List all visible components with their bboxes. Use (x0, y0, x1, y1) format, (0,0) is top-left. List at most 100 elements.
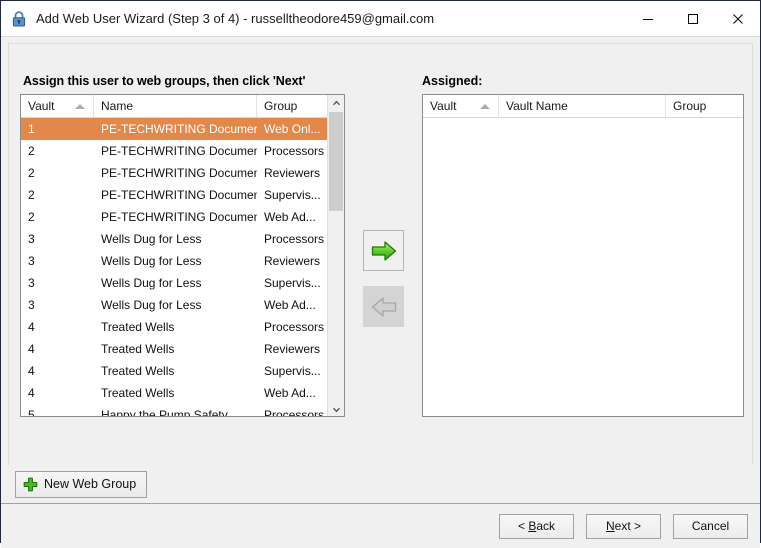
cell-group: Web Ad... (264, 210, 316, 224)
cell-group: Processors (264, 144, 325, 158)
scroll-up-icon[interactable] (328, 95, 344, 112)
unassign-group-button (363, 286, 404, 327)
table-row[interactable]: 2 PE-TECHWRITING Documents ... Reviewers (21, 162, 344, 184)
cell-name: Wells Dug for Less (101, 298, 202, 312)
cell-group: Supervis... (264, 188, 321, 202)
cell-group: Processors (264, 408, 325, 417)
new-web-group-label: New Web Group (44, 477, 137, 491)
cell-vault: 5 (28, 408, 35, 417)
column-header-vault[interactable]: Vault (21, 95, 94, 117)
next-button-label: Next > (605, 519, 642, 533)
cell-vault: 2 (28, 144, 35, 158)
available-groups-list[interactable]: Vault Name Group 1 PE-TECHWRITING Documen… (20, 94, 345, 417)
window-title: Add Web User Wizard (Step 3 of 4) - russ… (36, 11, 435, 26)
arrow-left-icon (371, 296, 396, 317)
title-bar: Add Web User Wizard (Step 3 of 4) - russ… (1, 1, 760, 37)
table-row[interactable]: 3 Wells Dug for Less Processors (21, 228, 344, 250)
available-list-header: Vault Name Group (21, 95, 344, 118)
available-list-body: 1 PE-TECHWRITING Documents Web Onl... 2 PE-T… (21, 118, 344, 417)
cell-group: Processors (264, 232, 325, 246)
cell-name: PE-TECHWRITING Documents ... (101, 188, 257, 202)
column-header-vault-label: Vault (28, 99, 55, 113)
assigned-column-header-group[interactable]: Group (666, 95, 743, 117)
cell-vault: 4 (28, 364, 35, 378)
table-row[interactable]: 4 Treated Wells Processors (21, 316, 344, 338)
column-header-group[interactable]: Group (257, 95, 330, 117)
close-button[interactable] (715, 1, 760, 36)
wizard-footer: < Back Next > Cancel (1, 503, 760, 548)
cancel-button[interactable]: Cancel (673, 513, 748, 539)
column-header-name[interactable]: Name (94, 95, 257, 117)
assigned-sort-ascending-icon (480, 103, 490, 109)
maximize-button[interactable] (670, 1, 715, 36)
bottom-toolbar: New Web Group (8, 465, 753, 503)
cell-name: Treated Wells (101, 342, 175, 356)
assigned-column-header-vault-name[interactable]: Vault Name (499, 95, 666, 117)
assigned-column-header-group-label: Group (673, 99, 707, 113)
back-button[interactable]: < Back (499, 513, 574, 539)
table-row[interactable]: 2 PE-TECHWRITING Documents ... Processors (21, 140, 344, 162)
available-list-scrollbar[interactable] (327, 95, 344, 416)
padlock-icon (10, 10, 28, 28)
cell-group: Web Ad... (264, 298, 316, 312)
cell-name: Treated Wells (101, 320, 175, 334)
assigned-list-body (423, 118, 743, 416)
minimize-button[interactable] (625, 1, 670, 36)
scroll-down-icon[interactable] (328, 401, 344, 416)
cell-vault: 3 (28, 276, 35, 290)
column-header-name-label: Name (101, 99, 134, 113)
assign-group-button[interactable] (363, 230, 404, 271)
cell-name: Treated Wells (101, 386, 175, 400)
cell-vault: 2 (28, 188, 35, 202)
cell-group: Supervis... (264, 364, 321, 378)
cell-vault: 4 (28, 386, 35, 400)
cell-name: Wells Dug for Less (101, 254, 202, 268)
table-row[interactable]: 3 Wells Dug for Less Reviewers (21, 250, 344, 272)
column-header-group-label: Group (264, 99, 298, 113)
cell-name: Happy the Pump Safety (101, 408, 228, 417)
scrollbar-thumb[interactable] (329, 112, 343, 211)
cell-name: PE-TECHWRITING Documents (101, 122, 257, 136)
cell-group: Reviewers (264, 254, 321, 268)
next-button[interactable]: Next > (586, 513, 661, 539)
cell-vault: 4 (28, 320, 35, 334)
assigned-column-header-vault-name-label: Vault Name (506, 99, 568, 113)
back-button-label: < Back (517, 519, 556, 533)
cell-vault: 3 (28, 232, 35, 246)
table-row[interactable]: 3 Wells Dug for Less Supervis... (21, 272, 344, 294)
sort-ascending-icon (75, 103, 85, 109)
assigned-column-header-vault[interactable]: Vault (423, 95, 499, 117)
cell-name: PE-TECHWRITING Documents ... (101, 210, 257, 224)
assigned-groups-list[interactable]: Vault Vault Name Group (422, 94, 744, 417)
cell-vault: 2 (28, 210, 35, 224)
assigned-column-header-vault-label: Vault (430, 99, 457, 113)
cell-name: Wells Dug for Less (101, 276, 202, 290)
cell-vault: 3 (28, 254, 35, 268)
window-controls (625, 1, 760, 36)
cell-vault: 2 (28, 166, 35, 180)
cell-vault: 4 (28, 342, 35, 356)
cell-group: Web Onl... (264, 122, 321, 136)
arrow-right-icon (371, 240, 396, 261)
table-row[interactable]: 3 Wells Dug for Less Web Ad... (21, 294, 344, 316)
cell-group: Processors (264, 320, 325, 334)
plus-icon (23, 477, 38, 492)
cell-name: Wells Dug for Less (101, 232, 202, 246)
assigned-list-header: Vault Vault Name Group (423, 95, 743, 118)
table-row[interactable]: 4 Treated Wells Web Ad... (21, 382, 344, 404)
new-web-group-button[interactable]: New Web Group (15, 470, 148, 498)
table-row[interactable]: 5 Happy the Pump Safety Processors (21, 404, 344, 417)
cancel-button-label: Cancel (691, 519, 730, 533)
assigned-label: Assigned: (422, 74, 483, 88)
cell-name: PE-TECHWRITING Documents ... (101, 166, 257, 180)
client-area: Assign this user to web groups, then cli… (1, 37, 760, 503)
table-row[interactable]: 2 PE-TECHWRITING Documents ... Web Ad... (21, 206, 344, 228)
table-row[interactable]: 4 Treated Wells Reviewers (21, 338, 344, 360)
cell-group: Reviewers (264, 166, 321, 180)
table-row[interactable]: 1 PE-TECHWRITING Documents Web Onl... (21, 118, 344, 140)
table-row[interactable]: 2 PE-TECHWRITING Documents ... Supervis... (21, 184, 344, 206)
cell-group: Web Ad... (264, 386, 316, 400)
cell-group: Supervis... (264, 276, 321, 290)
table-row[interactable]: 4 Treated Wells Supervis... (21, 360, 344, 382)
cell-vault: 1 (28, 122, 35, 136)
